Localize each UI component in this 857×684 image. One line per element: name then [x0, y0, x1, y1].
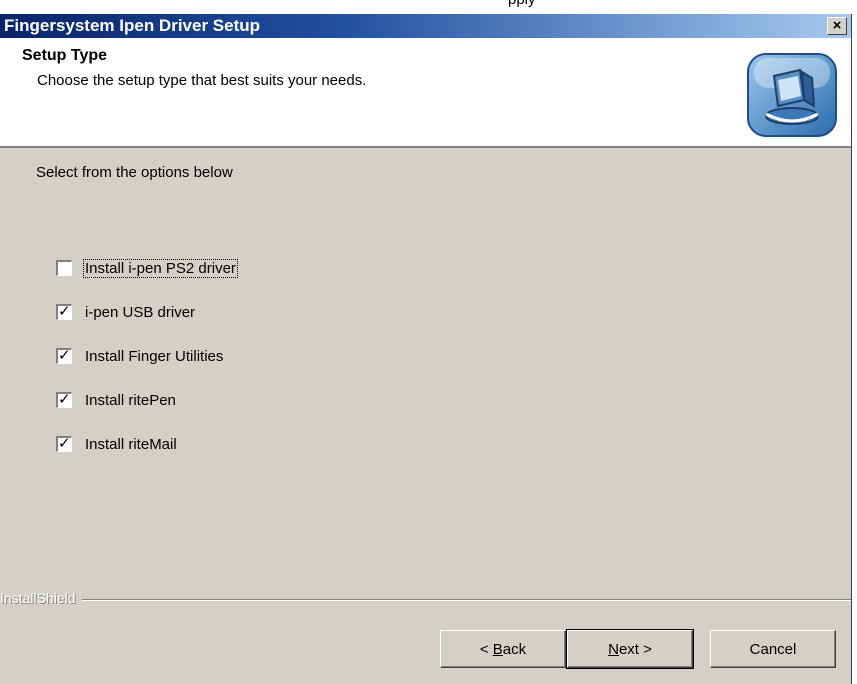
option-usb-driver[interactable]: i-pen USB driver [56, 301, 196, 323]
cancel-label: Cancel [749, 640, 797, 658]
dialog-header: Setup Type Choose the setup type that be… [0, 38, 851, 148]
options-prompt: Select from the options below [36, 164, 233, 181]
cancel-button[interactable]: Cancel [710, 630, 836, 668]
option-label: i-pen USB driver [85, 303, 196, 321]
option-label: Install ritePen [85, 391, 176, 409]
checkbox-ps2-driver[interactable] [56, 260, 72, 276]
title-bar[interactable]: Fingersystem Ipen Driver Setup × [0, 14, 851, 38]
option-finger-utilities[interactable]: Install Finger Utilities [56, 345, 224, 367]
close-icon: × [832, 17, 842, 34]
page-subtitle: Choose the setup type that best suits yo… [37, 72, 367, 89]
option-ritepen[interactable]: Install ritePen [56, 389, 177, 411]
option-label: Install Finger Utilities [85, 347, 224, 365]
option-label: Install i-pen PS2 driver [83, 258, 238, 278]
installshield-brand: InstallShield [0, 590, 82, 606]
background-window-strip: pply [0, 0, 857, 14]
back-button[interactable]: < Back [440, 630, 566, 668]
close-button[interactable]: × [827, 17, 847, 35]
checkbox-finger-utilities[interactable] [56, 346, 72, 364]
next-rest: ext > [618, 640, 652, 658]
option-ritemail[interactable]: Install riteMail [56, 433, 178, 455]
options-panel: Select from the options below Install i-… [0, 148, 851, 684]
checkbox-usb-driver[interactable] [56, 302, 72, 320]
next-accelerator: N [608, 640, 619, 658]
installer-computer-icon [747, 53, 837, 137]
page-title: Setup Type [22, 47, 108, 64]
installshield-divider: InstallShield [0, 590, 851, 610]
background-window-text: pply [508, 0, 536, 8]
setup-dialog: Fingersystem Ipen Driver Setup × Setup T… [0, 14, 852, 684]
checkbox-ritepen[interactable] [56, 390, 72, 408]
back-prefix: < [479, 640, 493, 658]
window-title: Fingersystem Ipen Driver Setup [4, 16, 261, 35]
checkbox-ritemail[interactable] [56, 434, 72, 452]
back-accelerator: B [492, 640, 503, 658]
option-ps2-driver[interactable]: Install i-pen PS2 driver [56, 257, 238, 279]
back-rest: ack [502, 640, 527, 658]
next-button[interactable]: Next > [566, 629, 694, 669]
divider-line [0, 599, 851, 601]
option-label: Install riteMail [85, 435, 177, 453]
